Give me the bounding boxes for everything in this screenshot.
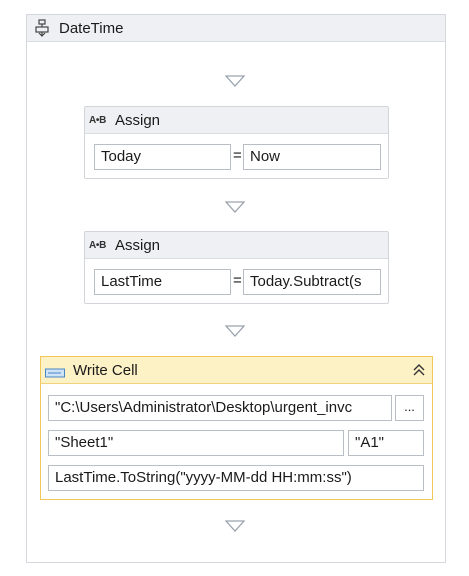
- sequence-activity[interactable]: DateTime A•B Assign Today = Now A•B Assi…: [26, 14, 446, 563]
- assign-value-field[interactable]: Now: [243, 144, 381, 170]
- assign-equals-sign: =: [233, 272, 242, 289]
- assign-header[interactable]: A•B Assign: [85, 107, 388, 134]
- collapse-double-chevron-icon[interactable]: [412, 362, 426, 378]
- write-cell-header[interactable]: Write Cell: [41, 357, 432, 384]
- sequence-icon: [33, 19, 51, 37]
- sequence-header[interactable]: DateTime: [27, 15, 445, 42]
- text-value-field[interactable]: LastTime.ToString("yyyy-MM-dd HH:mm:ss"): [48, 465, 424, 491]
- write-cell-title: Write Cell: [73, 361, 138, 379]
- write-cell-icon: [45, 365, 65, 378]
- workbook-path-field[interactable]: "C:\Users\Administrator\Desktop\urgent_i…: [48, 395, 392, 421]
- browse-button[interactable]: ...: [395, 395, 424, 421]
- assign-to-field[interactable]: Today: [94, 144, 231, 170]
- assign-ab-icon: A•B: [89, 114, 107, 126]
- assign-title: Assign: [115, 111, 161, 129]
- assign-title: Assign: [115, 236, 161, 254]
- write-cell-activity[interactable]: Write Cell "C:\Users\Administrator\Deskt…: [40, 356, 433, 500]
- drop-zone-triangle-icon[interactable]: [225, 520, 245, 532]
- drop-zone-triangle-icon[interactable]: [225, 201, 245, 213]
- sheet-name-field[interactable]: "Sheet1": [48, 430, 344, 456]
- assign-value-field[interactable]: Today.Subtract(s: [243, 269, 381, 295]
- assign-activity-lasttime[interactable]: A•B Assign LastTime = Today.Subtract(s: [84, 231, 389, 304]
- cell-field[interactable]: "A1": [348, 430, 424, 456]
- assign-equals-sign: =: [233, 147, 242, 164]
- sequence-title: DateTime: [59, 19, 124, 37]
- assign-to-field[interactable]: LastTime: [94, 269, 231, 295]
- drop-zone-triangle-icon[interactable]: [225, 75, 245, 87]
- assign-ab-icon: A•B: [89, 239, 107, 251]
- drop-zone-triangle-icon[interactable]: [225, 325, 245, 337]
- assign-header[interactable]: A•B Assign: [85, 232, 388, 259]
- assign-activity-today[interactable]: A•B Assign Today = Now: [84, 106, 389, 179]
